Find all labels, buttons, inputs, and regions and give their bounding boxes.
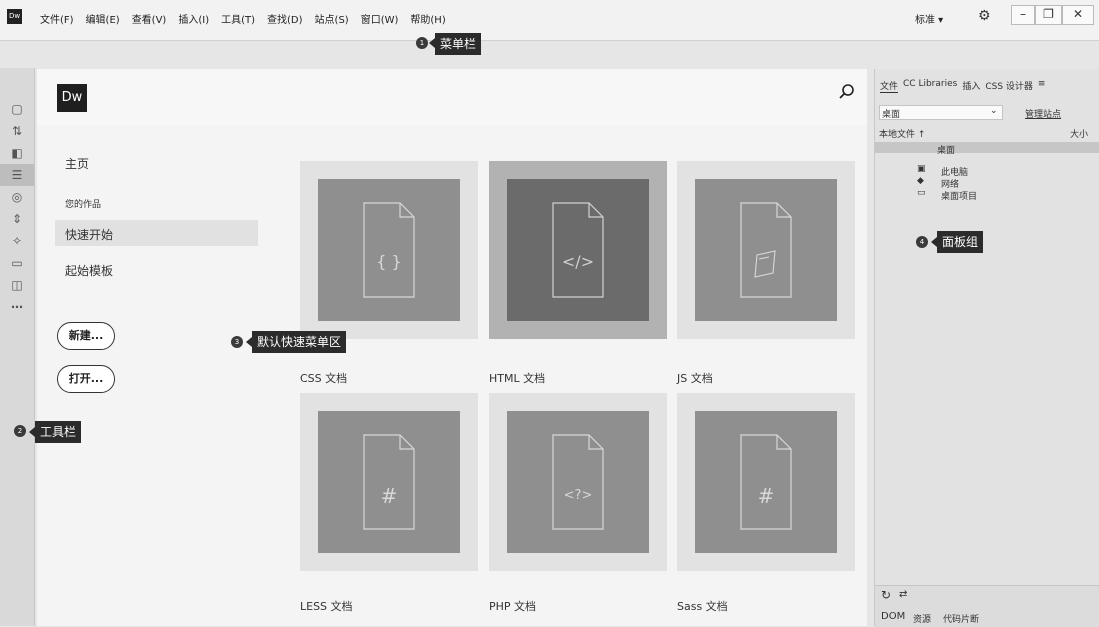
callout-number: 4 xyxy=(916,236,928,248)
callout-label: 面板组 xyxy=(937,231,984,253)
svg-text:#: # xyxy=(381,484,398,508)
menu-items: 文件(F) 编辑(E) 查看(V) 插入(I) 工具(T) 查找(D) 站点(S… xyxy=(40,11,458,26)
menu-site[interactable]: 站点(S) xyxy=(315,11,349,26)
search-icon[interactable] xyxy=(838,83,856,101)
svg-text:{ }: { } xyxy=(376,252,401,271)
menu-file[interactable]: 文件(F) xyxy=(40,11,74,26)
svg-text:</>: </> xyxy=(562,252,594,271)
connect-icon[interactable]: ⇄ xyxy=(899,589,907,600)
target-icon[interactable]: ◎ xyxy=(0,186,34,208)
open-button[interactable]: 打开... xyxy=(57,365,115,393)
callout-label: 工具栏 xyxy=(35,421,82,443)
network-icon: ◆ xyxy=(917,176,924,186)
comment-icon[interactable]: ▭ xyxy=(0,252,34,274)
callout-number: 3 xyxy=(231,336,243,348)
menu-view[interactable]: 查看(V) xyxy=(132,11,167,26)
tile-js[interactable] xyxy=(677,161,855,339)
nav-quick-start[interactable]: 快速开始 xyxy=(65,226,113,243)
callout-number: 1 xyxy=(416,37,428,49)
sort-icon[interactable]: ⇅ xyxy=(0,120,34,142)
nav-home[interactable]: 主页 xyxy=(65,155,89,172)
menu-bar: Dw 文件(F) 编辑(E) 查看(V) 插入(I) 工具(T) 查找(D) 站… xyxy=(0,0,1099,41)
site-select-value: 桌面 xyxy=(882,110,901,120)
tile-label-php: PHP 文档 xyxy=(489,600,537,613)
app-icon: Dw xyxy=(7,9,22,24)
start-header: Dw xyxy=(37,69,867,125)
panel-tabs: 文件 CC Libraries 插入 CSS 设计器 ≡ xyxy=(875,79,1099,93)
panel-group: 文件 CC Libraries 插入 CSS 设计器 ≡ 桌面 ⌄ 管理站点 本… xyxy=(874,69,1099,627)
tile-label-sass: Sass 文档 xyxy=(677,600,728,613)
tile-label-css: CSS 文档 xyxy=(300,372,348,385)
menu-insert[interactable]: 插入(I) xyxy=(178,11,209,26)
tree-root-highlight xyxy=(875,142,1099,153)
tab-insert[interactable]: 插入 xyxy=(962,79,980,93)
restore-button[interactable]: ❐ xyxy=(1035,5,1062,25)
pc-icon: ▣ xyxy=(917,164,926,174)
workspace-switcher[interactable]: 标准 ▾ xyxy=(915,11,943,26)
sass-file-icon: # xyxy=(740,434,792,530)
tile-label-js: JS 文档 xyxy=(677,372,713,385)
html-file-icon: </> xyxy=(552,202,604,298)
tile-php[interactable]: <?> xyxy=(489,393,667,571)
site-select[interactable]: 桌面 ⌄ xyxy=(879,105,1003,120)
panel-footer: ↻ ⇄ DOM 资源 代码片断 xyxy=(875,585,1099,627)
refresh-icon[interactable]: ↻ xyxy=(881,588,891,602)
minimize-button[interactable]: – xyxy=(1011,5,1035,25)
menu-window[interactable]: 窗口(W) xyxy=(361,11,399,26)
tile-html[interactable]: </> xyxy=(489,161,667,339)
svg-text:#: # xyxy=(758,484,775,508)
dw-logo: Dw xyxy=(57,84,87,112)
gear-icon[interactable]: ⚙ xyxy=(978,8,991,24)
menu-find[interactable]: 查找(D) xyxy=(267,11,303,26)
tree-item-desktop[interactable]: 桌面 xyxy=(937,143,955,156)
tab-cc-libraries[interactable]: CC Libraries xyxy=(903,79,957,93)
start-screen: Dw 主页 您的作品 快速开始 起始模板 新建... 打开... { } </> xyxy=(37,69,867,626)
css-file-icon: { } xyxy=(363,202,415,298)
tree-item-desktop-project[interactable]: 桌面项目 xyxy=(941,189,977,202)
tab-dom[interactable]: DOM xyxy=(881,611,905,622)
new-button[interactable]: 新建... xyxy=(57,322,115,350)
chevron-down-icon: ⌄ xyxy=(990,106,998,116)
folder-icon: ▭ xyxy=(917,188,926,198)
tab-assets[interactable]: 资源 xyxy=(913,612,931,625)
size-header[interactable]: 大小 xyxy=(1070,127,1088,140)
callout-label: 默认快速菜单区 xyxy=(252,331,347,353)
local-files-header[interactable]: 本地文件 ↑ xyxy=(879,127,925,140)
svg-text:<?>: <?> xyxy=(564,488,593,503)
tab-snippets[interactable]: 代码片断 xyxy=(943,612,979,625)
panel-menu-icon[interactable]: ≡ xyxy=(1038,79,1046,93)
tile-label-less: LESS 文档 xyxy=(300,600,353,613)
nav-templates[interactable]: 起始模板 xyxy=(65,262,113,279)
nav-your-work[interactable]: 您的作品 xyxy=(65,197,101,210)
list-icon[interactable]: ☰ xyxy=(0,164,34,186)
close-button[interactable]: ✕ xyxy=(1062,5,1094,25)
tile-css[interactable]: { } xyxy=(300,161,478,339)
less-file-icon: # xyxy=(363,434,415,530)
tile-label-html: HTML 文档 xyxy=(489,372,546,385)
tab-css-designer[interactable]: CSS 设计器 xyxy=(985,79,1033,93)
js-file-icon xyxy=(740,202,792,298)
menu-tools[interactable]: 工具(T) xyxy=(221,11,255,26)
inspect-icon[interactable]: ◧ xyxy=(0,142,34,164)
callout-label: 菜单栏 xyxy=(435,33,482,55)
tab-files[interactable]: 文件 xyxy=(880,79,899,93)
menu-help[interactable]: 帮助(H) xyxy=(410,11,445,26)
callout-number: 2 xyxy=(14,425,26,437)
snippet-icon[interactable]: ◫ xyxy=(0,274,34,296)
transform-icon[interactable]: ✧ xyxy=(0,230,34,252)
toolbar: ▢ ⇅ ◧ ☰ ◎ ⇕ ✧ ▭ ◫ ⋯ xyxy=(0,68,35,626)
menu-edit[interactable]: 编辑(E) xyxy=(86,11,120,26)
php-file-icon: <?> xyxy=(552,434,604,530)
tile-sass[interactable]: # xyxy=(677,393,855,571)
tile-less[interactable]: # xyxy=(300,393,478,571)
expand-icon[interactable]: ⇕ xyxy=(0,208,34,230)
manage-sites-link[interactable]: 管理站点 xyxy=(1025,107,1061,120)
document-icon[interactable]: ▢ xyxy=(0,98,34,120)
more-icon[interactable]: ⋯ xyxy=(0,296,34,318)
